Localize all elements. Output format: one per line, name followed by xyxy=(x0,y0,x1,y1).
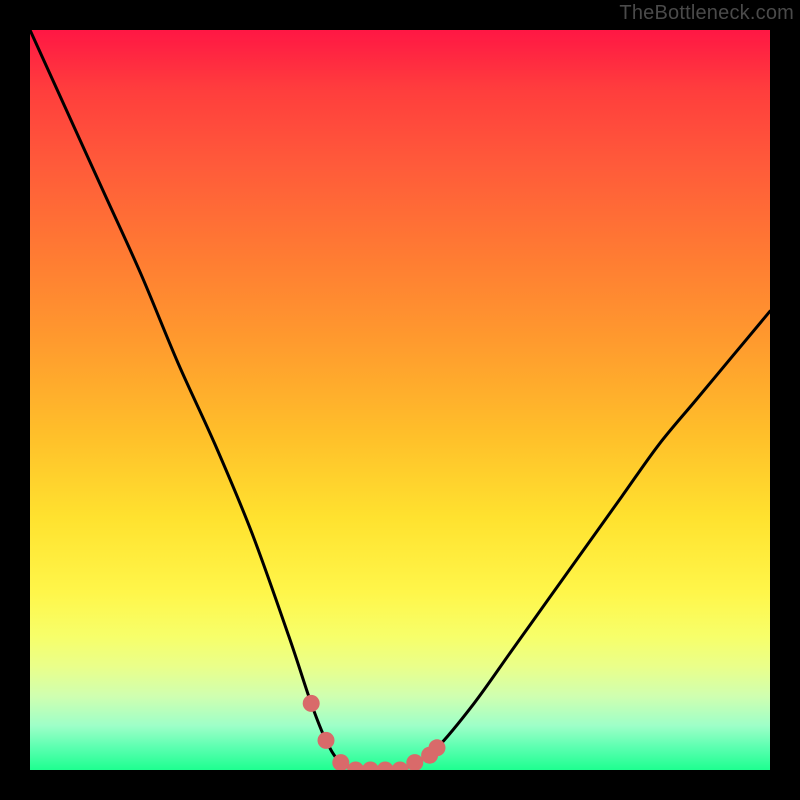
marker-dot xyxy=(429,739,446,756)
marker-dot xyxy=(362,762,379,771)
chart-stage: TheBottleneck.com xyxy=(0,0,800,800)
watermark-text: TheBottleneck.com xyxy=(619,2,794,25)
marker-dot xyxy=(392,762,409,771)
marker-dot xyxy=(303,695,320,712)
highlight-markers xyxy=(303,695,446,770)
marker-dot xyxy=(318,732,335,749)
marker-dot xyxy=(347,762,364,771)
marker-dot xyxy=(377,762,394,771)
marker-dot xyxy=(406,754,423,770)
plot-area xyxy=(30,30,770,770)
bottleneck-curve xyxy=(30,30,770,770)
chart-svg xyxy=(30,30,770,770)
